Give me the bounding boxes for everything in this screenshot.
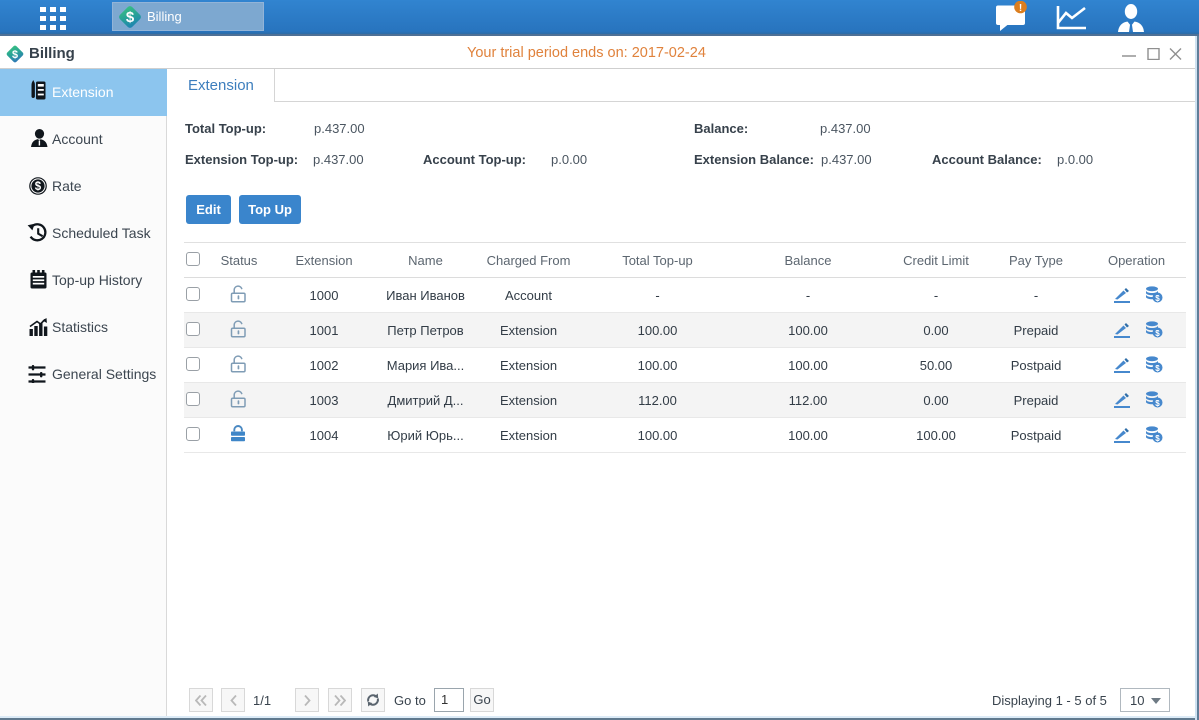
svg-text:$: $ [1155, 434, 1160, 443]
svg-text:$: $ [12, 49, 18, 61]
svg-text:$: $ [126, 9, 135, 26]
svg-text:$: $ [1155, 364, 1160, 373]
svg-text:$: $ [1155, 399, 1160, 408]
svg-text:$: $ [1155, 294, 1160, 303]
svg-text:!: ! [1019, 3, 1022, 14]
svg-text:$: $ [1155, 329, 1160, 338]
svg-text:$: $ [35, 181, 42, 193]
